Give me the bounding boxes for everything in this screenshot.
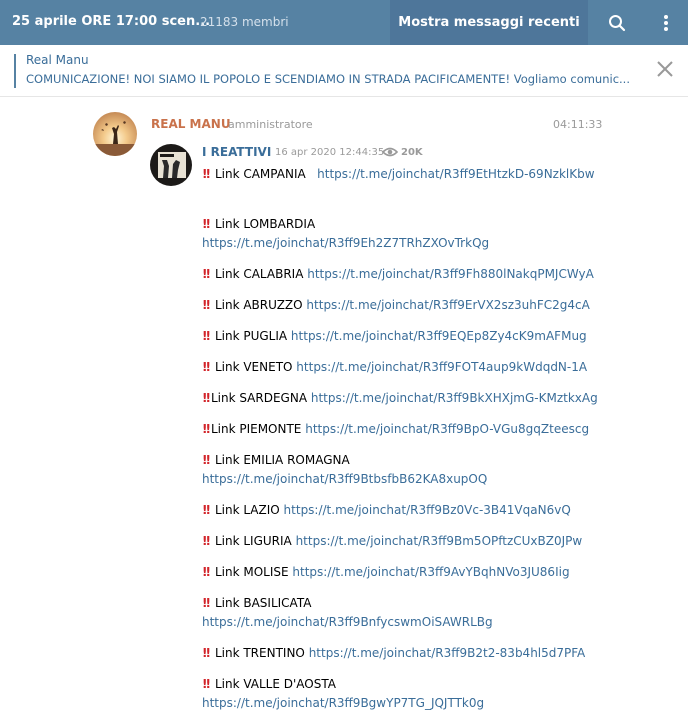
region-item: !! Link LAZIO https://t.me/joinchat/R3ff9… <box>202 501 612 520</box>
region-link[interactable]: https://t.me/joinchat/R3ff9FOT4aup9kWdqd… <box>296 360 587 374</box>
message-time: 04:11:33 <box>553 118 603 131</box>
double-exclamation-icon: !! <box>202 329 211 343</box>
forwarded-date: 16 apr 2020 12:44:35 <box>275 147 385 158</box>
region-label: Link LOMBARDIA <box>214 217 316 231</box>
region-label: Link SARDEGNA <box>210 391 308 405</box>
double-exclamation-icon: !! <box>202 453 211 467</box>
pinned-text: COMUNICAZIONE! NOI SIAMO IL POPOLO E SCE… <box>26 72 630 86</box>
chat-header: 25 aprile ORE 17:00 scen... 21183 membri… <box>0 0 688 45</box>
more-options-button[interactable] <box>646 0 686 45</box>
double-exclamation-icon: !! <box>202 360 211 374</box>
double-exclamation-icon: !! <box>202 422 211 436</box>
show-recent-messages-button[interactable]: Mostra messaggi recenti <box>390 0 588 45</box>
region-item: !! Link PUGLIA https://t.me/joinchat/R3ff… <box>202 327 612 346</box>
double-exclamation-icon: !! <box>202 534 211 548</box>
region-label: Link CALABRIA <box>214 267 304 281</box>
double-exclamation-icon: !! <box>202 298 211 312</box>
region-item: !! Link CAMPANIA https://t.me/joinchat/R3… <box>202 165 612 184</box>
region-item: !! Link PIEMONTE https://t.me/joinchat/R3… <box>202 420 612 439</box>
region-label: Link VALLE D'AOSTA <box>214 677 336 691</box>
region-label: Link CAMPANIA <box>214 167 306 181</box>
region-label: Link TRENTINO <box>214 646 305 660</box>
region-link[interactable]: https://t.me/joinchat/R3ff9BtbsfbB62KA8x… <box>202 472 487 486</box>
double-exclamation-icon: !! <box>202 596 211 610</box>
more-vertical-icon <box>664 14 668 31</box>
region-link[interactable]: https://t.me/joinchat/R3ff9Fh880lNakqPMJ… <box>307 267 594 281</box>
region-link[interactable]: https://t.me/joinchat/R3ff9BkXHXjmG-KMzt… <box>311 391 598 405</box>
region-link[interactable]: https://t.me/joinchat/R3ff9AvYBqhNVo3JU8… <box>292 565 569 579</box>
region-item: !! Link BASILICATA https://t.me/joinchat/R… <box>202 594 612 632</box>
region-item: !! Link SARDEGNA https://t.me/joinchat/R3… <box>202 389 612 408</box>
double-exclamation-icon: !! <box>202 677 211 691</box>
author-role: amministratore <box>228 118 313 131</box>
region-link[interactable]: https://t.me/joinchat/R3ff9Bm5OPftzCUxBZ… <box>296 534 583 548</box>
region-label: Link PUGLIA <box>214 329 288 343</box>
region-item: !! Link TRENTINO https://t.me/joinchat/R3… <box>202 644 612 663</box>
region-label: Link LAZIO <box>214 503 280 517</box>
region-label: Link MOLISE <box>214 565 289 579</box>
double-exclamation-icon: !! <box>202 646 211 660</box>
region-label: Link VENETO <box>214 360 293 374</box>
region-label: Link BASILICATA <box>214 596 312 610</box>
pinned-title: Real Manu <box>26 53 89 67</box>
region-link[interactable]: https://t.me/joinchat/R3ff9EtHtzkD-69Nzk… <box>317 167 594 181</box>
region-link[interactable]: https://t.me/joinchat/R3ff9BnfycswmOiSAW… <box>202 615 493 629</box>
double-exclamation-icon: !! <box>202 391 211 405</box>
region-link[interactable]: https://t.me/joinchat/R3ff9Bz0Vc-3B41Vqa… <box>284 503 571 517</box>
region-label: Link PIEMONTE <box>210 422 302 436</box>
search-icon <box>609 14 626 31</box>
pinned-accent-rule <box>14 54 16 88</box>
double-exclamation-icon: !! <box>202 217 211 231</box>
region-item: !! Link VALLE D'AOSTA https://t.me/joincha… <box>202 675 612 713</box>
close-icon <box>657 61 673 77</box>
double-exclamation-icon: !! <box>202 503 211 517</box>
region-item: !! Link CALABRIA https://t.me/joinchat/R3… <box>202 265 612 284</box>
forwarded-from-author[interactable]: I REATTIVI <box>202 145 271 159</box>
double-exclamation-icon: !! <box>202 267 211 281</box>
view-count: 20K <box>401 147 423 158</box>
region-link[interactable]: https://t.me/joinchat/R3ff9EQEp8Zy4cK9mA… <box>291 329 587 343</box>
region-link[interactable]: https://t.me/joinchat/R3ff9BpO-VGu8gqZte… <box>305 422 589 436</box>
search-button[interactable] <box>596 0 638 45</box>
region-link[interactable]: https://t.me/joinchat/R3ff9B2t2-83b4hl5d… <box>309 646 586 660</box>
region-item: !! Link EMILIA ROMAGNA https://t.me/joinch… <box>202 451 612 489</box>
region-link[interactable]: https://t.me/joinchat/R3ff9Eh2Z7TRhZXOvT… <box>202 236 489 250</box>
region-item: !! Link MOLISE https://t.me/joinchat/R3ff… <box>202 563 612 582</box>
region-item: !! Link LOMBARDIA https://t.me/joinchat/R3… <box>202 215 612 253</box>
eye-icon <box>382 147 398 157</box>
double-exclamation-icon: !! <box>202 565 211 579</box>
pinned-message-bar[interactable]: Real Manu COMUNICAZIONE! NOI SIAMO IL PO… <box>0 45 688 97</box>
region-item: !! Link LIGURIA https://t.me/joinchat/R3f… <box>202 532 612 551</box>
region-link[interactable]: https://t.me/joinchat/R3ff9ErVX2sz3uhFC2… <box>306 298 589 312</box>
double-exclamation-icon: !! <box>202 167 211 181</box>
chat-title[interactable]: 25 aprile ORE 17:00 scen... <box>12 14 210 29</box>
sunset-silhouette-avatar[interactable] <box>93 112 137 156</box>
region-item: !! Link VENETO https://t.me/joinchat/R3ff… <box>202 358 612 377</box>
region-label: Link LIGURIA <box>214 534 292 548</box>
message-author[interactable]: REAL MANU <box>151 117 231 131</box>
reattivi-avatar[interactable] <box>150 144 192 186</box>
region-label: Link ABRUZZO <box>214 298 303 312</box>
region-item: !! Link ABRUZZO https://t.me/joinchat/R3f… <box>202 296 612 315</box>
member-count[interactable]: 21183 membri <box>200 15 289 29</box>
region-link[interactable]: https://t.me/joinchat/R3ff9BgwYP7TG_JQJT… <box>202 696 484 710</box>
region-label: Link EMILIA ROMAGNA <box>214 453 350 467</box>
pinned-close-button[interactable] <box>654 58 676 80</box>
